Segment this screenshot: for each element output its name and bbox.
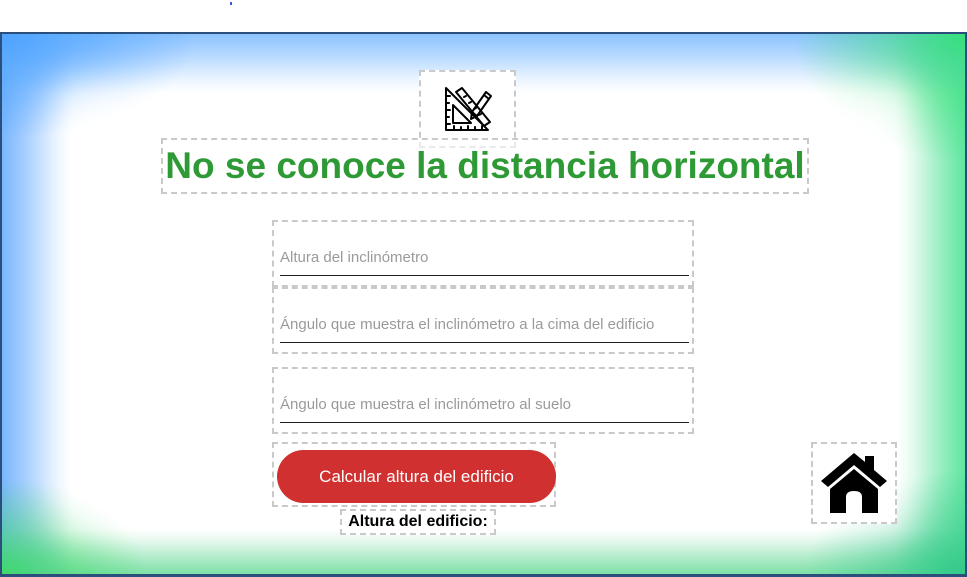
ground-angle-input[interactable] <box>280 387 689 423</box>
top-strip <box>0 0 967 32</box>
ground-angle-field <box>272 367 694 434</box>
set-square-ruler-pencil-icon <box>444 87 492 131</box>
calculate-button-container: Calcular altura del edificio <box>272 442 556 507</box>
top-angle-field <box>272 287 694 354</box>
calculate-height-button[interactable]: Calcular altura del edificio <box>277 450 556 503</box>
top-marker <box>230 2 232 5</box>
building-height-label: Altura del edificio: <box>348 513 488 530</box>
top-angle-input[interactable] <box>280 307 689 343</box>
logo-container <box>419 70 516 148</box>
result-container: Altura del edificio: <box>340 509 496 535</box>
instrument-height-field <box>272 220 694 287</box>
page-title: No se conoce la distancia horizontal <box>165 145 805 186</box>
home-icon <box>821 453 887 513</box>
home-button[interactable] <box>811 442 897 524</box>
instrument-height-input[interactable] <box>280 240 689 276</box>
app-window: No se conoce la distancia horizontal Cal… <box>0 32 967 577</box>
title-container: No se conoce la distancia horizontal <box>161 138 809 194</box>
